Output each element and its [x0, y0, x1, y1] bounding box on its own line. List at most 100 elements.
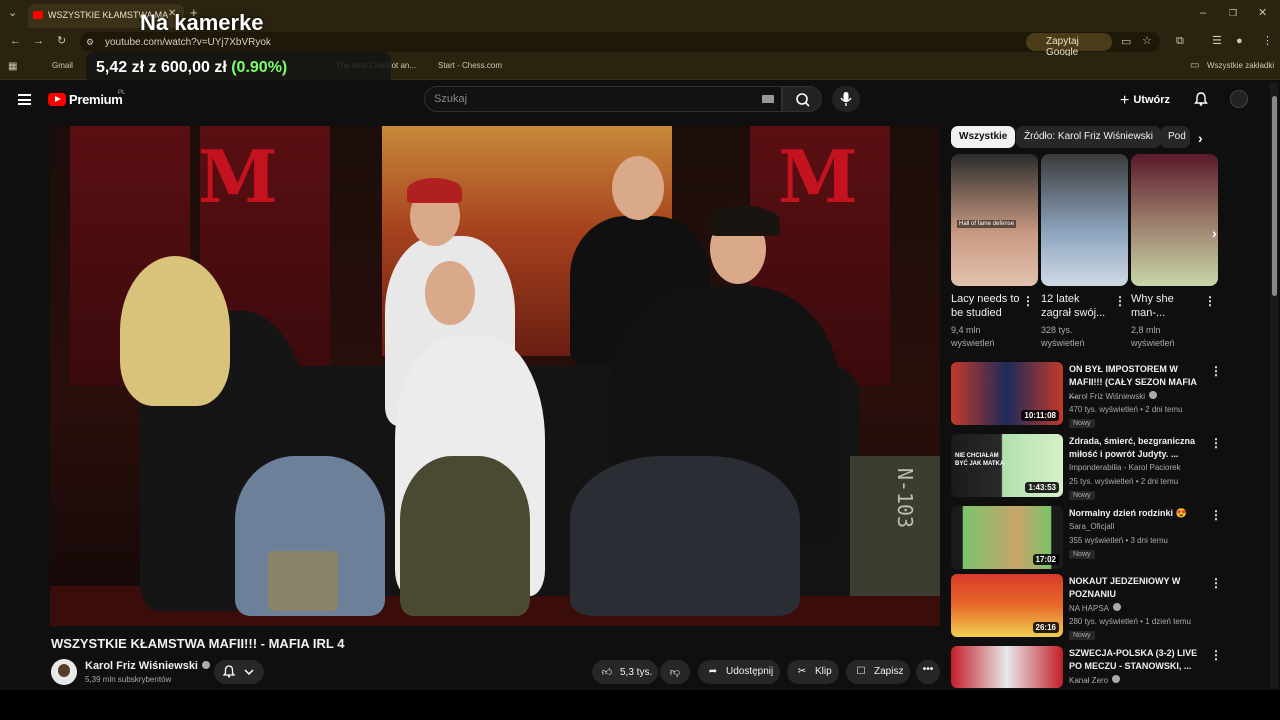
create-label: Utwórz: [1133, 94, 1171, 106]
rec-thumbnail-2[interactable]: NIE CHCIAŁAM BYĆ JAK MATKA 1:43:53: [951, 434, 1063, 497]
rec-thumbnail-4[interactable]: 26:16: [951, 574, 1063, 637]
rec-thumb-text-2: NIE CHCIAŁAM BYĆ JAK MATKA: [955, 453, 1005, 467]
short-views-2: 328 tys. wyświetleń: [1041, 325, 1085, 348]
rec-meta-2: 25 tys. wyświetleń • 2 dni temu: [1069, 477, 1179, 486]
rec-duration-3: 17:02: [1032, 554, 1059, 565]
save-button[interactable]: ☐ Zapisz: [846, 660, 910, 684]
more-actions-button[interactable]: •••: [916, 660, 940, 684]
extensions-icon[interactable]: ⧉: [1176, 36, 1184, 47]
rec-title-4[interactable]: NOKAUT JEDZENIOWY W POZNANIU: [1069, 575, 1201, 601]
chip-related[interactable]: Pod: [1160, 126, 1190, 148]
youtube-favicon-icon: [33, 11, 43, 19]
maximize-icon[interactable]: ❐: [1229, 8, 1237, 19]
rec-title-2[interactable]: Zdrada, śmierć, bezgraniczna miłość i po…: [1069, 435, 1201, 461]
ask-google-button[interactable]: Zapytaj Google: [1026, 33, 1112, 58]
notifications-bell-icon[interactable]: [1193, 91, 1209, 107]
rec-channel-3[interactable]: Sara_Oficjall: [1069, 522, 1114, 531]
channel-avatar[interactable]: [51, 659, 77, 685]
short-title-1[interactable]: Lacy needs to be studied: [951, 292, 1021, 320]
dislike-button[interactable]: 👎︎: [660, 660, 690, 684]
short-overlay-text: Hall of fame defense: [957, 220, 1017, 228]
rec-menu-1-icon[interactable]: ⋮: [1210, 365, 1222, 377]
window-close-icon[interactable]: ✕: [1258, 8, 1267, 19]
rec-menu-4-icon[interactable]: ⋮: [1210, 577, 1222, 589]
thumbs-up-icon: 👍︎: [601, 667, 613, 678]
overlay-percent: (0.90%): [231, 59, 288, 76]
voice-search-button[interactable]: [832, 86, 860, 112]
rec-menu-3-icon[interactable]: ⋮: [1210, 509, 1222, 521]
bookmark-gmail[interactable]: Gmail: [52, 61, 73, 70]
rec-channel-4[interactable]: NA HAPSA: [1069, 603, 1122, 613]
channel-name[interactable]: Karol Friz Wiśniewski: [85, 660, 210, 672]
account-avatar[interactable]: [1230, 90, 1248, 108]
rec-channel-5[interactable]: Kanał Zero: [1069, 675, 1121, 685]
short-menu-2-icon[interactable]: ⋮: [1114, 295, 1126, 307]
youtube-logo-text[interactable]: Premium: [69, 92, 123, 107]
rec-thumbnail-1[interactable]: 10:11:08: [951, 362, 1063, 425]
back-icon[interactable]: ←: [10, 36, 21, 47]
rec-thumbnail-5[interactable]: [951, 646, 1063, 688]
profile-icon[interactable]: ●: [1236, 36, 1243, 47]
minimize-icon[interactable]: –: [1200, 8, 1206, 19]
overlay-progress: 5,42 zł z 600,00 zł (0.90%): [96, 59, 287, 77]
bookmark-star-icon[interactable]: ☆: [1142, 36, 1152, 47]
tab-search-icon[interactable]: ⌄: [8, 8, 17, 19]
short-menu-1-icon[interactable]: ⋮: [1022, 295, 1034, 307]
overlay-separator: z: [148, 59, 157, 76]
subscribed-bell-button[interactable]: [214, 660, 264, 684]
rec-channel-4-text: NA HAPSA: [1069, 604, 1110, 613]
share-button[interactable]: ➦ Udostępnij: [698, 660, 780, 684]
handbag: [268, 551, 338, 611]
rec-channel-1[interactable]: Karol Friz Wiśniewski: [1069, 391, 1158, 401]
youtube-logo-icon[interactable]: [48, 93, 66, 106]
short-title-3[interactable]: Why she man-...: [1131, 292, 1201, 320]
more-horizontal-icon: •••: [922, 664, 934, 675]
search-input[interactable]: [424, 86, 782, 112]
cast-icon[interactable]: ▭: [1121, 37, 1131, 48]
chip-all[interactable]: Wszystkie: [951, 126, 1016, 148]
rec-thumbnail-3[interactable]: 17:02: [951, 506, 1063, 569]
apps-grid-icon[interactable]: ▦: [8, 61, 17, 72]
clip-button[interactable]: ✂ Klip: [787, 660, 839, 684]
chip-source[interactable]: Źródło: Karol Friz Wiśniewski: [1016, 126, 1161, 148]
overlay-amount: 5,42 zł: [96, 59, 145, 76]
short-thumbnail-3[interactable]: [1131, 154, 1218, 286]
video-player[interactable]: M M N-103: [50, 126, 940, 626]
olive-pants: [400, 456, 530, 616]
short-title-2[interactable]: 12 latek zagrał swój...: [1041, 292, 1111, 320]
search-button[interactable]: [782, 86, 822, 112]
create-button[interactable]: + Utwórz: [1120, 92, 1170, 110]
short-menu-3-icon[interactable]: ⋮: [1204, 295, 1216, 307]
rec-title-3[interactable]: Normalny dzień rodzinki 😍: [1069, 507, 1201, 520]
rec-duration-2: 1:43:53: [1025, 482, 1059, 493]
menu-icon[interactable]: [18, 94, 31, 105]
all-bookmarks[interactable]: Wszystkie zakładki: [1207, 61, 1274, 70]
like-button[interactable]: 👍︎ 5,3 tys.: [592, 660, 658, 684]
head-center: [425, 261, 475, 325]
reading-list-icon[interactable]: ☰: [1212, 36, 1222, 47]
rec-title-5[interactable]: SZWECJA-POLSKA (3-2) LIVE PO MECZU - STA…: [1069, 647, 1201, 673]
chips-next-icon[interactable]: ›: [1198, 130, 1203, 146]
search-placeholder: Szukaj: [434, 93, 468, 105]
forward-icon[interactable]: →: [33, 36, 44, 47]
shorts-next-icon[interactable]: ›: [1212, 225, 1217, 241]
search-icon: [796, 93, 810, 107]
rec-channel-2[interactable]: Imponderabilia - Karol Paciorek: [1069, 463, 1181, 472]
rec-duration-4: 26:16: [1032, 622, 1059, 633]
scissors-icon: ✂: [797, 666, 807, 677]
keyboard-icon[interactable]: [762, 95, 774, 103]
dark-hair: [710, 206, 780, 236]
rec-menu-5-icon[interactable]: ⋮: [1210, 649, 1222, 661]
browser-menu-icon[interactable]: ⋮: [1262, 36, 1273, 47]
rec-menu-2-icon[interactable]: ⋮: [1210, 437, 1222, 449]
rec-meta-1: 470 tys. wyświetleń • 2 dni temu: [1069, 405, 1183, 414]
short-thumbnail-1[interactable]: Hall of fame defense: [951, 154, 1038, 286]
site-info-icon[interactable]: ⚙: [86, 37, 94, 48]
blonde-hair: [120, 256, 230, 406]
bookmark-chess[interactable]: Start - Chess.com: [438, 61, 502, 70]
subscriber-count: 5,39 mln subskrybentów: [85, 675, 172, 684]
scrollbar-thumb[interactable]: [1272, 96, 1277, 296]
short-thumbnail-2[interactable]: [1041, 154, 1128, 286]
video-title: WSZYSTKIE KŁAMSTWA MAFII!!! - MAFIA IRL …: [51, 636, 345, 651]
reload-icon[interactable]: ↻: [57, 36, 66, 47]
